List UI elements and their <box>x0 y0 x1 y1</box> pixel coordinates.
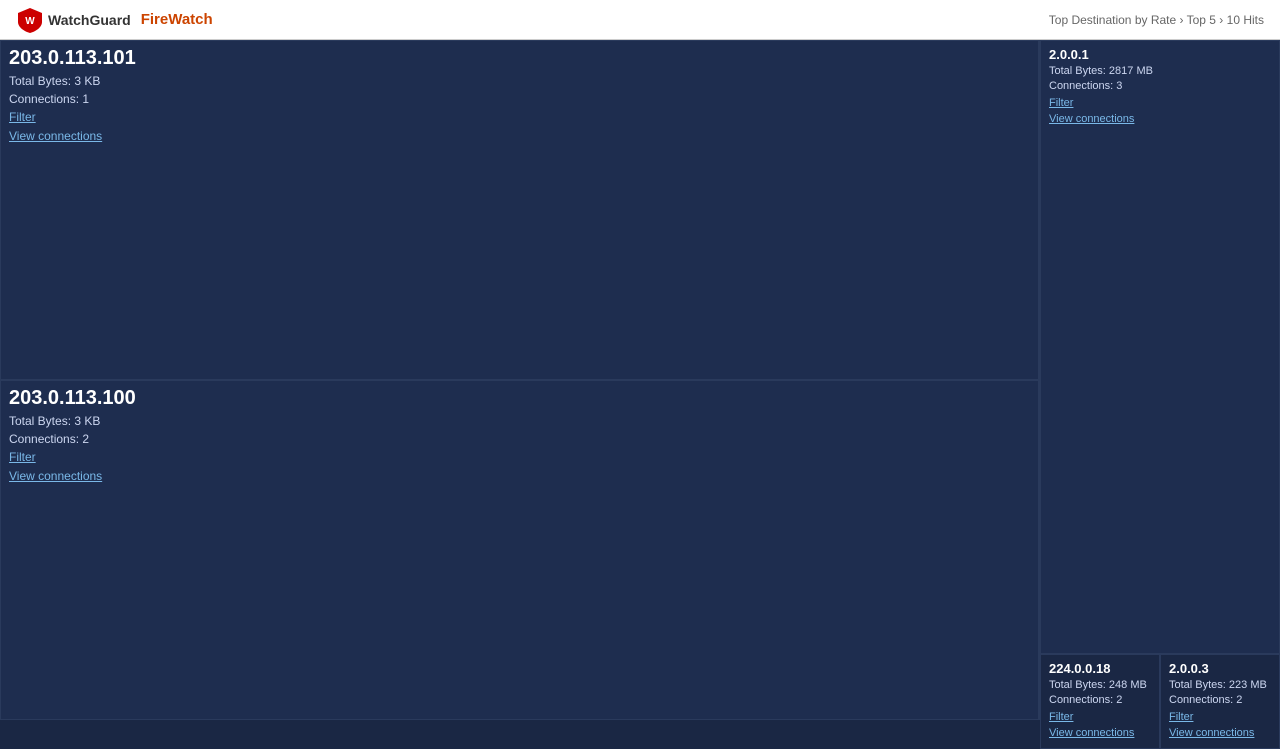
tile-left-bottom-view-connections[interactable]: View connections <box>9 467 1030 486</box>
tile-left-top: 203.0.113.101 Total Bytes: 3 KB Connecti… <box>0 40 1039 380</box>
svg-text:W: W <box>25 16 35 27</box>
tile-rbl-bytes: Total Bytes: 248 MB <box>1049 678 1151 693</box>
tile-left-bottom: 203.0.113.100 Total Bytes: 3 KB Connecti… <box>0 380 1039 720</box>
tile-rbl-connections: Connections: 2 <box>1049 693 1151 708</box>
tile-rbl-view-connections[interactable]: View connections <box>1049 725 1151 742</box>
tile-left-top-bytes: Total Bytes: 3 KB <box>9 72 1030 90</box>
logo-text: WatchGuard <box>48 12 131 28</box>
tile-right-top-view-connections[interactable]: View connections <box>1049 111 1271 128</box>
tile-rbr-filter[interactable]: Filter <box>1169 709 1271 726</box>
tile-right-top-filter[interactable]: Filter <box>1049 95 1271 112</box>
tile-left-top-view-connections[interactable]: View connections <box>9 127 1030 146</box>
header: W WatchGuard FireWatch Top Destination b… <box>0 0 1280 40</box>
tile-left-bottom-connections: Connections: 2 <box>9 430 1030 448</box>
watchguard-logo: W WatchGuard <box>16 6 131 34</box>
tile-right-bottom-left: 224.0.0.18 Total Bytes: 248 MB Connectio… <box>1040 654 1160 749</box>
tile-rbr-bytes: Total Bytes: 223 MB <box>1169 678 1271 693</box>
app-title: FireWatch <box>141 11 213 28</box>
tile-right-top: 2.0.0.1 Total Bytes: 2817 MB Connections… <box>1040 40 1280 654</box>
right-panel: 2.0.0.1 Total Bytes: 2817 MB Connections… <box>1040 40 1280 720</box>
tile-rbr-ip: 2.0.0.3 <box>1169 661 1271 676</box>
tile-left-top-connections: Connections: 1 <box>9 90 1030 108</box>
tile-left-bottom-ip: 203.0.113.100 <box>9 387 1030 410</box>
tile-left-bottom-filter[interactable]: Filter <box>9 448 1030 467</box>
tile-rbr-connections: Connections: 2 <box>1169 693 1271 708</box>
tile-left-top-filter[interactable]: Filter <box>9 108 1030 127</box>
main-treemap: 203.0.113.101 Total Bytes: 3 KB Connecti… <box>0 40 1280 720</box>
tile-left-bottom-bytes: Total Bytes: 3 KB <box>9 412 1030 430</box>
tile-right-top-bytes: Total Bytes: 2817 MB <box>1049 64 1271 79</box>
breadcrumb: Top Destination by Rate › Top 5 › 10 Hit… <box>1049 13 1264 27</box>
right-bottom: 224.0.0.18 Total Bytes: 248 MB Connectio… <box>1040 654 1280 749</box>
tile-rbr-view-connections[interactable]: View connections <box>1169 725 1271 742</box>
tile-right-top-connections: Connections: 3 <box>1049 79 1271 94</box>
tile-right-bottom-right: 2.0.0.3 Total Bytes: 223 MB Connections:… <box>1160 654 1280 749</box>
left-panel: 203.0.113.101 Total Bytes: 3 KB Connecti… <box>0 40 1040 720</box>
tile-rbl-filter[interactable]: Filter <box>1049 709 1151 726</box>
tile-right-top-ip: 2.0.0.1 <box>1049 47 1271 62</box>
tile-rbl-ip: 224.0.0.18 <box>1049 661 1151 676</box>
tile-left-top-ip: 203.0.113.101 <box>9 47 1030 70</box>
shield-icon: W <box>16 6 44 34</box>
logo-area: W WatchGuard FireWatch <box>16 6 213 34</box>
